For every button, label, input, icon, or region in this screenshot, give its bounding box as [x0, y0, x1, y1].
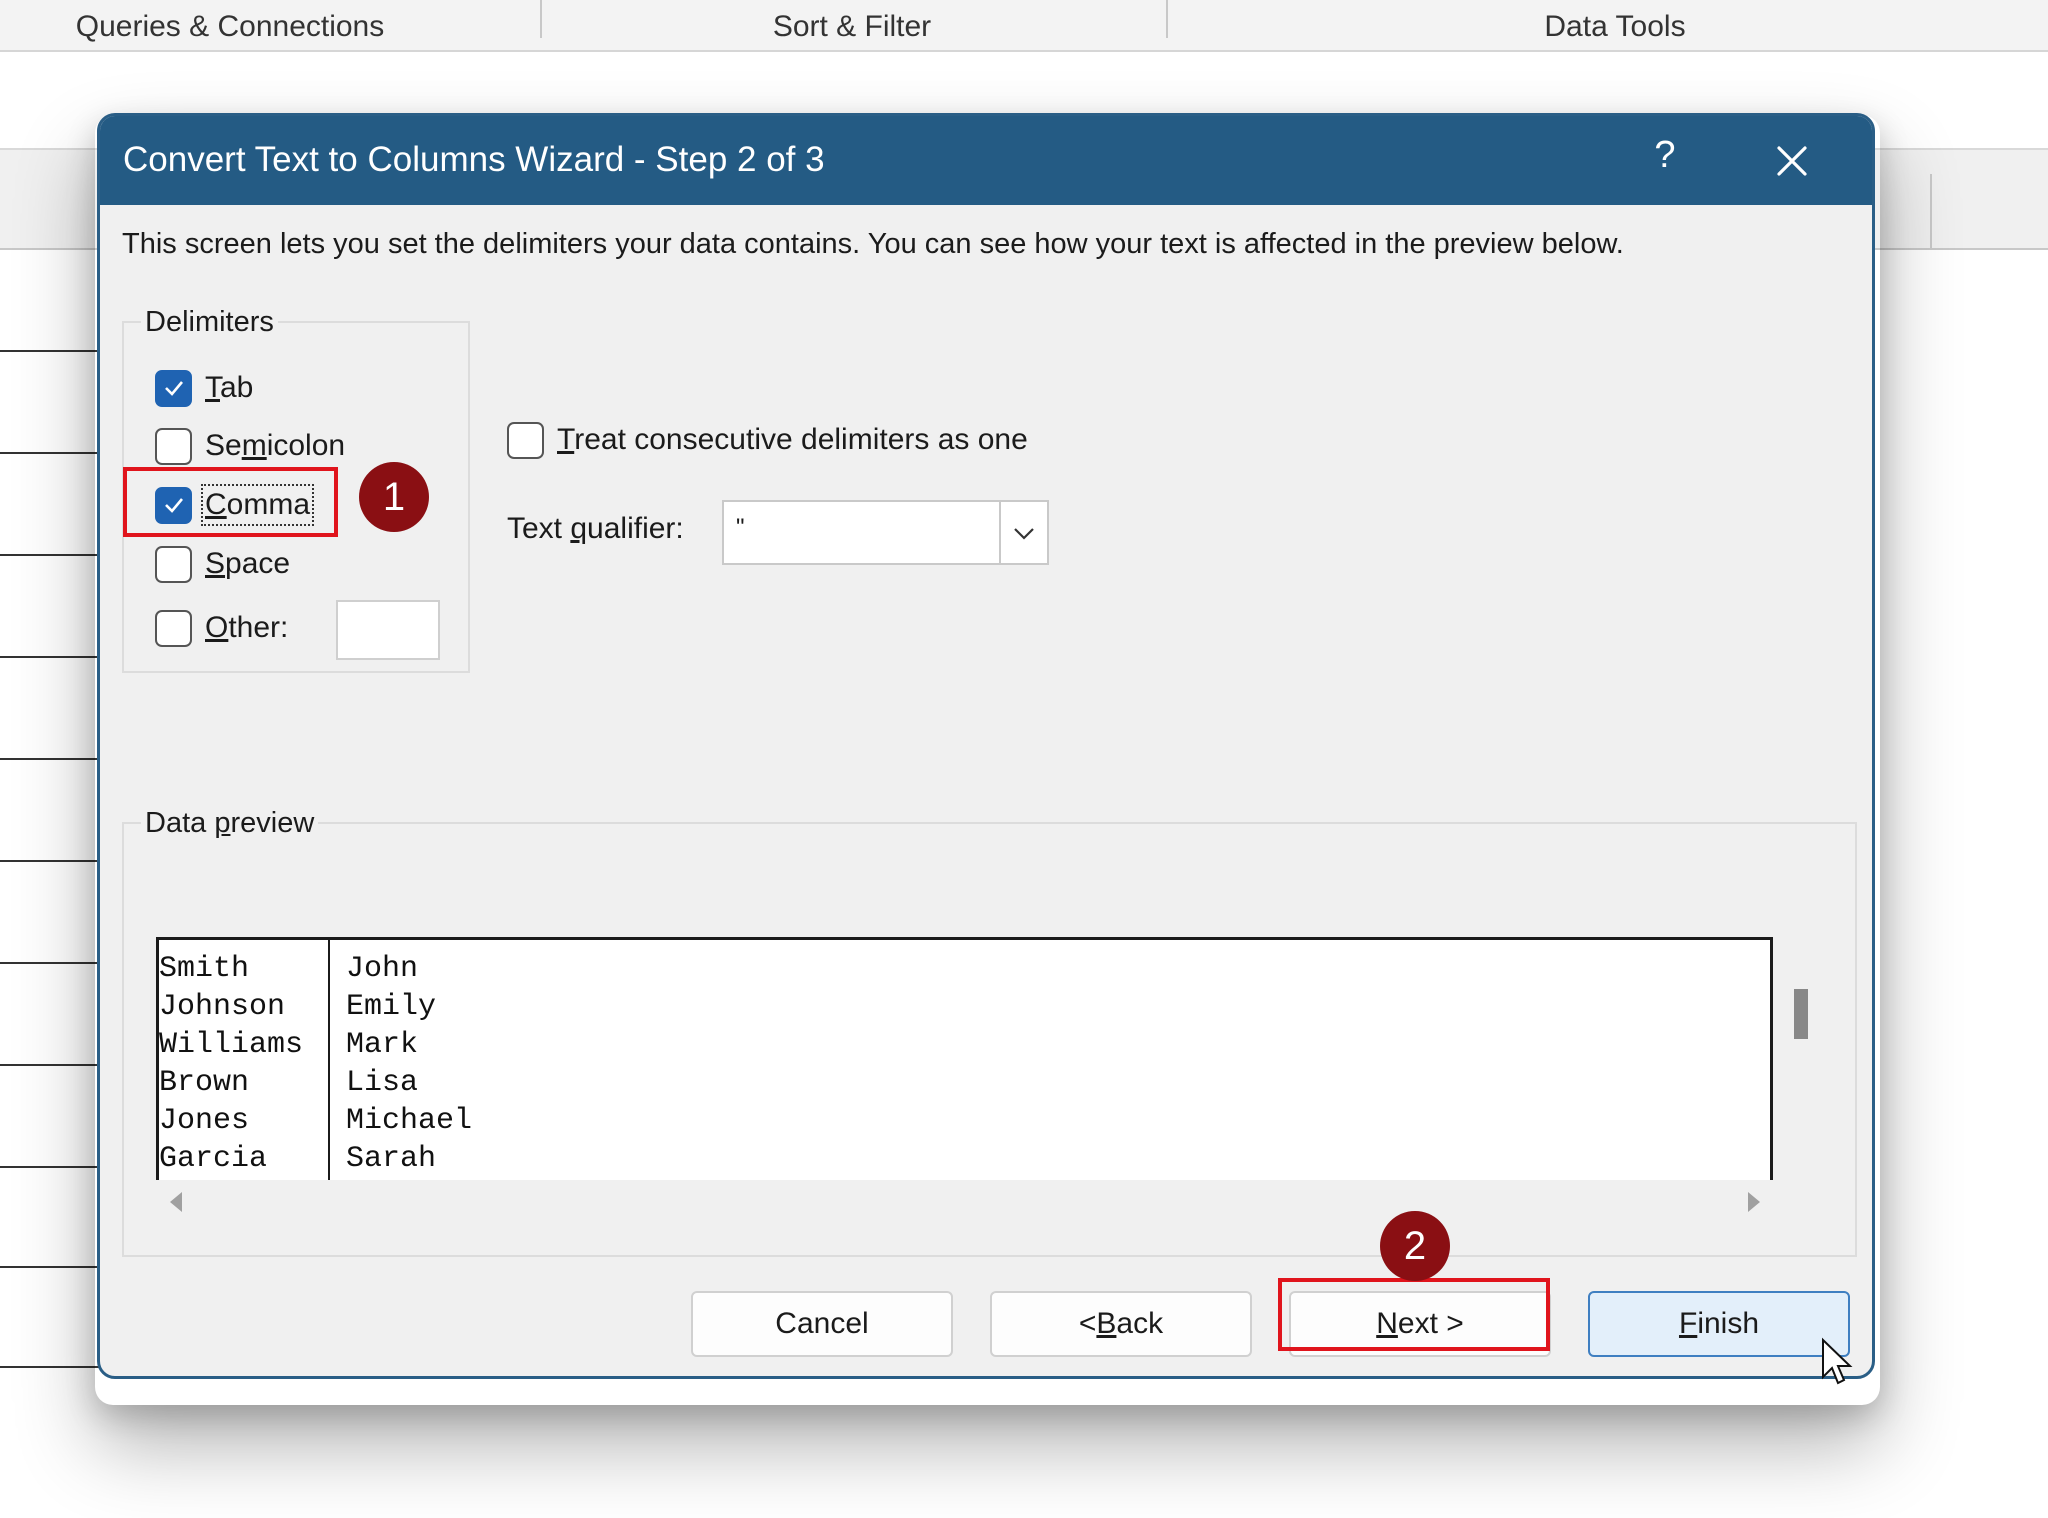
step-1-badge: 1 — [359, 462, 429, 532]
text-qualifier-dropdown-button[interactable] — [999, 502, 1047, 563]
preview-cell: John — [346, 952, 419, 986]
other-delimiter-input[interactable] — [336, 600, 440, 660]
preview-cell: Mark — [346, 1028, 419, 1062]
sheet-row-border — [0, 758, 100, 760]
preview-cell: Sarah — [346, 1142, 437, 1176]
preview-column-1[interactable]: Smith Johnson Williams Brown Jones Garci… — [159, 950, 303, 1178]
semicolon-checkbox[interactable]: Semicolon — [155, 424, 345, 468]
sheet-row-border — [0, 350, 100, 352]
sheet-row-border — [0, 656, 100, 658]
data-preview-table[interactable]: Smith Johnson Williams Brown Jones Garci… — [156, 937, 1773, 1180]
delimiters-legend: Delimiters — [141, 306, 278, 339]
sheet-row-border — [0, 1166, 100, 1168]
close-button[interactable] — [1767, 136, 1817, 186]
comma-highlight-box — [123, 467, 338, 537]
text-qualifier-value: " — [736, 514, 745, 541]
preview-cell: Michael — [346, 1104, 473, 1138]
help-button[interactable]: ? — [1645, 134, 1685, 177]
other-checkbox-box[interactable] — [155, 609, 192, 647]
treat-consecutive-checkbox[interactable]: Treat consecutive delimiters as one — [507, 418, 1028, 462]
space-checkbox[interactable]: Space — [155, 542, 290, 586]
check-icon — [164, 381, 183, 396]
sheet-row-border — [0, 554, 100, 556]
finish-button[interactable]: Finish — [1588, 1291, 1850, 1357]
treat-consecutive-checkbox-box[interactable] — [507, 421, 544, 459]
semicolon-checkbox-box[interactable] — [155, 427, 192, 465]
ribbon-group-sort-filter[interactable]: Sort & Filter — [552, 6, 1152, 43]
back-button[interactable]: < Back — [990, 1291, 1252, 1357]
ribbon-group-data-tools[interactable]: Data Tools — [1180, 6, 2048, 43]
preview-horizontal-scrollbar[interactable] — [156, 1182, 1776, 1222]
dialog-title: Convert Text to Columns Wizard - Step 2 … — [123, 140, 825, 179]
preview-cell: Williams — [159, 1028, 304, 1062]
ribbon-group-queries[interactable]: Queries & Connections — [40, 6, 420, 43]
treat-consecutive-label: Treat consecutive delimiters as one — [557, 423, 1028, 456]
preview-cell: Emily — [346, 990, 437, 1024]
preview-column-2[interactable]: John Emily Mark Lisa Michael Sarah — [346, 950, 472, 1178]
chevron-down-icon — [1014, 527, 1034, 540]
step-2-badge: 2 — [1380, 1211, 1450, 1281]
cancel-button[interactable]: Cancel — [691, 1291, 953, 1357]
preview-cell: Jones — [159, 1104, 250, 1138]
preview-cell: Lisa — [346, 1066, 419, 1100]
dialog-title-bar[interactable]: Convert Text to Columns Wizard - Step 2 … — [100, 116, 1872, 205]
sheet-row-border — [0, 452, 100, 454]
data-preview-legend: Data preview — [141, 807, 319, 840]
next-highlight-box — [1278, 1278, 1550, 1351]
space-label: Space — [205, 547, 291, 580]
preview-cell: Smith — [159, 952, 250, 986]
scroll-right-icon[interactable] — [1744, 1190, 1764, 1214]
preview-column-divider — [328, 940, 330, 1180]
sheet-row-border — [0, 1266, 100, 1268]
preview-cell: Brown — [159, 1066, 250, 1100]
ribbon-divider — [540, 0, 542, 38]
sheet-row-border — [0, 1366, 100, 1368]
semicolon-label: Semicolon — [205, 429, 346, 462]
other-label: Other: — [205, 611, 289, 644]
preview-vertical-scroll-thumb[interactable] — [1794, 989, 1808, 1039]
mouse-cursor-icon — [1822, 1337, 1853, 1385]
tab-checkbox-box[interactable] — [155, 369, 192, 407]
text-to-columns-dialog: Convert Text to Columns Wizard - Step 2 … — [97, 113, 1875, 1379]
tab-checkbox[interactable]: Tab — [155, 366, 253, 410]
space-checkbox-box[interactable] — [155, 545, 192, 583]
sheet-row-border — [0, 962, 100, 964]
sheet-row-border — [0, 860, 100, 862]
scroll-left-icon[interactable] — [166, 1190, 186, 1214]
close-icon — [1777, 146, 1807, 176]
text-qualifier-label: Text qualifier: — [507, 512, 684, 545]
sheet-row-border — [0, 1064, 100, 1066]
text-qualifier-select[interactable]: " — [722, 500, 1049, 565]
other-checkbox[interactable]: Other: — [155, 606, 288, 650]
preview-cell: Garcia — [159, 1142, 268, 1176]
dialog-instructions: This screen lets you set the delimiters … — [122, 228, 1624, 260]
preview-cell: Johnson — [159, 990, 286, 1024]
ribbon: Queries & Connections Sort & Filter Data… — [0, 0, 2048, 52]
tab-label: Tab — [205, 371, 254, 404]
ribbon-divider — [1166, 0, 1168, 38]
